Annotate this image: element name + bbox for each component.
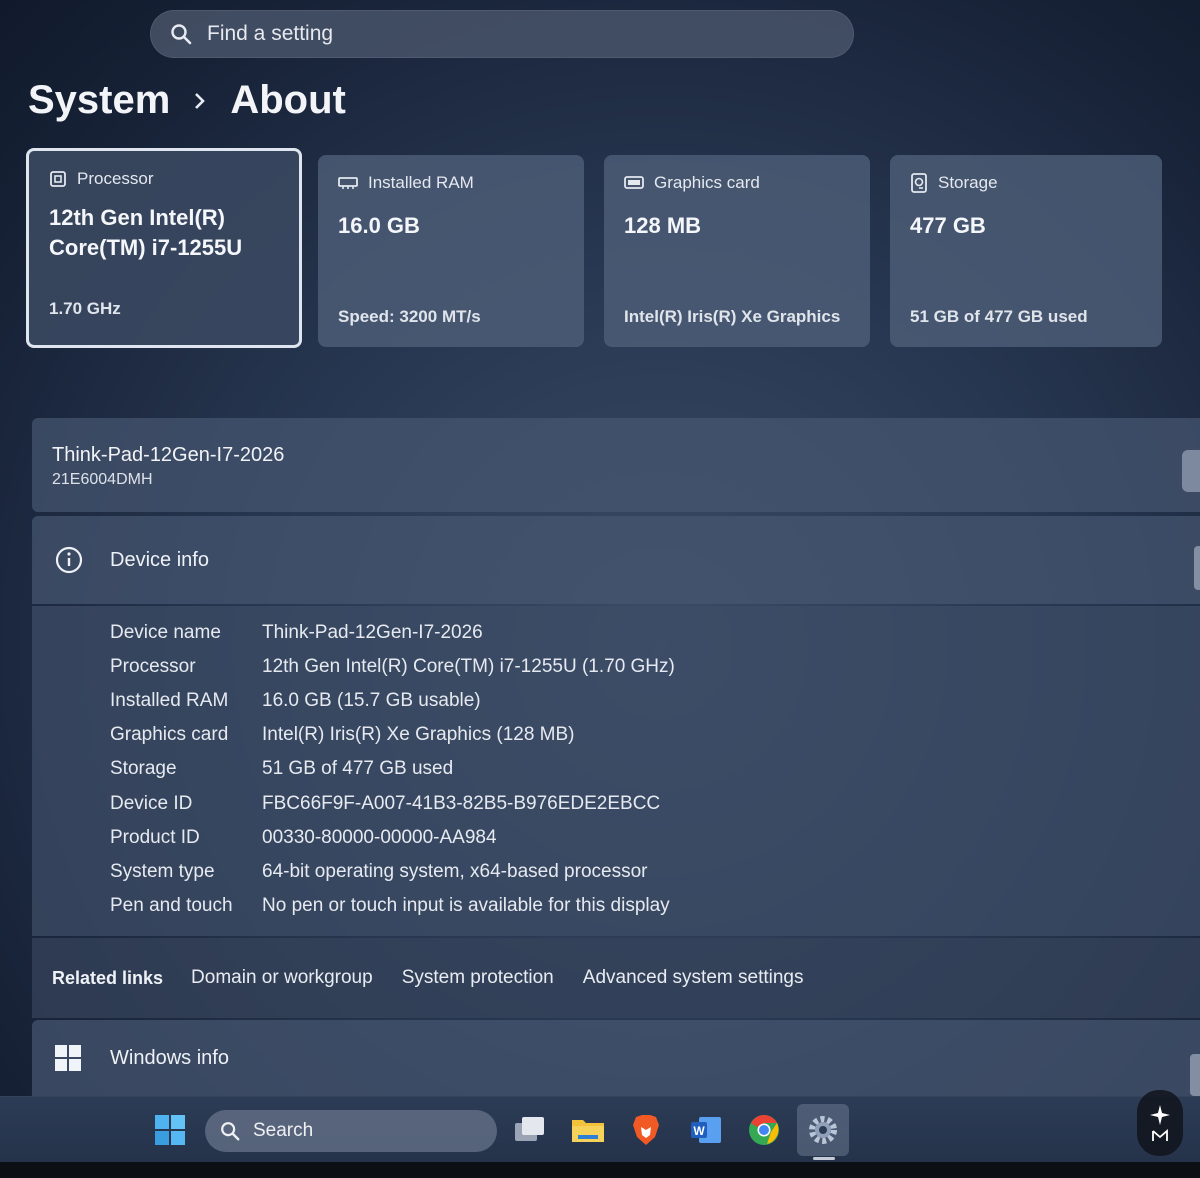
watermark-logo-icon — [1137, 1090, 1183, 1156]
word-icon: W — [691, 1117, 721, 1143]
search-icon — [221, 1122, 240, 1141]
search-placeholder: Find a setting — [207, 22, 334, 45]
spec-value: 16.0 GB (15.7 GB usable) — [262, 690, 481, 711]
chrome-icon — [749, 1115, 779, 1145]
storage-card-title: Storage — [938, 173, 998, 192]
screen-bezel — [0, 1162, 1200, 1178]
pc-name: Think-Pad-12Gen-I7-2026 — [52, 444, 285, 466]
spec-row-device-name: Device name Think-Pad-12Gen-I7-2026 — [110, 622, 483, 644]
file-explorer-icon — [572, 1120, 604, 1142]
spec-label: Storage — [110, 758, 177, 779]
chrome-button[interactable] — [744, 1110, 784, 1150]
domain-workgroup-link[interactable]: Domain or workgroup — [191, 967, 373, 989]
ram-card-title: Installed RAM — [368, 173, 474, 192]
taskbar-search[interactable]: Search — [205, 1110, 497, 1152]
svg-text:W: W — [693, 1124, 705, 1138]
graphics-card-title: Graphics card — [654, 173, 760, 192]
spec-value: Intel(R) Iris(R) Xe Graphics (128 MB) — [262, 724, 575, 745]
spec-label: Pen and touch — [110, 895, 233, 916]
spec-value: 51 GB of 477 GB used — [262, 758, 454, 779]
spec-value: 12th Gen Intel(R) Core(TM) i7-1255U (1.7… — [262, 656, 675, 677]
related-links-title: Related links — [52, 967, 164, 988]
pc-model: 21E6004DMH — [52, 471, 153, 488]
spec-value: Think-Pad-12Gen-I7-2026 — [262, 622, 483, 643]
processor-card-value: 12th Gen Intel(R) Core(TM) i7-1255U — [49, 205, 243, 260]
brave-browser-icon — [633, 1115, 659, 1145]
processor-card-sub: 1.70 GHz — [49, 299, 121, 318]
chevron-right-icon — [170, 90, 230, 112]
ram-card[interactable]: Installed RAM 16.0 GB Speed: 3200 MT/s — [318, 155, 584, 347]
word-button[interactable]: W — [686, 1110, 726, 1150]
processor-card-title: Processor — [77, 169, 154, 188]
device-info-body: Device name Think-Pad-12Gen-I7-2026 Proc… — [32, 606, 1200, 936]
graphics-card-value: 128 MB — [624, 213, 702, 238]
pc-name-row: Think-Pad-12Gen-I7-2026 21E6004DMH — [32, 418, 1200, 512]
spec-label: Product ID — [110, 827, 200, 848]
file-explorer-button[interactable] — [568, 1110, 608, 1150]
storage-card-sub: 51 GB of 477 GB used — [910, 307, 1088, 326]
spec-value: FBC66F9F-A007-41B3-82B5-B976EDE2EBCC — [262, 793, 661, 814]
spec-row-processor: Processor 12th Gen Intel(R) Core(TM) i7-… — [110, 656, 675, 678]
taskbar: Search W — [0, 1096, 1200, 1162]
spec-label: Processor — [110, 656, 196, 677]
active-app-indicator — [813, 1157, 835, 1160]
settings-icon — [809, 1116, 837, 1144]
settings-button[interactable] — [797, 1104, 849, 1156]
advanced-system-settings-link[interactable]: Advanced system settings — [583, 967, 804, 989]
spec-label: Graphics card — [110, 724, 229, 745]
start-button[interactable] — [150, 1110, 190, 1150]
brave-browser-button[interactable] — [626, 1110, 666, 1150]
spec-row-installed-ram: Installed RAM 16.0 GB (15.7 GB usable) — [110, 690, 481, 712]
related-links-bar: Related links Domain or workgroup System… — [32, 938, 1200, 1018]
storage-card-value: 477 GB — [910, 213, 986, 238]
storage-card[interactable]: Storage 477 GB 51 GB of 477 GB used — [890, 155, 1162, 347]
windows-info-header[interactable]: Windows info — [32, 1020, 1200, 1096]
task-view-icon — [515, 1117, 544, 1141]
spec-label: System type — [110, 861, 215, 882]
ram-icon — [338, 177, 358, 189]
ram-card-value: 16.0 GB — [338, 213, 420, 238]
spec-row-graphics-card: Graphics card Intel(R) Iris(R) Xe Graphi… — [110, 724, 575, 746]
system-protection-link[interactable]: System protection — [402, 967, 554, 989]
search-icon — [171, 24, 192, 45]
spec-row-product-id: Product ID 00330-80000-00000-AA984 — [110, 827, 497, 849]
windows-info-title: Windows info — [110, 1046, 229, 1069]
rename-pc-button[interactable] — [1182, 450, 1200, 492]
task-view-button[interactable] — [510, 1110, 550, 1150]
breadcrumb: System About — [28, 78, 346, 123]
spec-label: Device ID — [110, 793, 193, 814]
copy-windows-info-button[interactable] — [1190, 1054, 1200, 1096]
taskbar-search-label: Search — [253, 1120, 314, 1141]
device-info-title: Device info — [110, 548, 209, 571]
spec-label: Installed RAM — [110, 690, 229, 711]
spec-label: Device name — [110, 622, 221, 643]
windows-logo-icon — [55, 1045, 81, 1071]
page-title: About — [230, 78, 346, 122]
storage-icon — [911, 173, 927, 193]
copy-button[interactable] — [1194, 546, 1200, 590]
spec-row-pen-touch: Pen and touch No pen or touch input is a… — [110, 895, 670, 917]
processor-card[interactable]: Processor 12th Gen Intel(R) Core(TM) i7-… — [26, 148, 302, 348]
find-setting-search[interactable]: Find a setting — [150, 10, 854, 58]
processor-icon — [50, 171, 66, 187]
start-icon — [155, 1115, 185, 1145]
info-icon — [55, 546, 83, 574]
graphics-card-icon — [624, 176, 644, 189]
spec-row-system-type: System type 64-bit operating system, x64… — [110, 861, 647, 883]
spec-row-storage: Storage 51 GB of 477 GB used — [110, 758, 453, 780]
spec-value: No pen or touch input is available for t… — [262, 895, 670, 916]
graphics-card[interactable]: Graphics card 128 MB Intel(R) Iris(R) Xe… — [604, 155, 870, 347]
device-info-header[interactable]: Device info — [32, 516, 1200, 604]
spec-row-device-id: Device ID FBC66F9F-A007-41B3-82B5-B976ED… — [110, 793, 660, 815]
graphics-card-sub: Intel(R) Iris(R) Xe Graphics — [624, 307, 841, 326]
ram-card-sub: Speed: 3200 MT/s — [338, 307, 481, 326]
spec-value: 64-bit operating system, x64-based proce… — [262, 861, 648, 882]
breadcrumb-system[interactable]: System — [28, 78, 170, 123]
spec-value: 00330-80000-00000-AA984 — [262, 827, 497, 848]
